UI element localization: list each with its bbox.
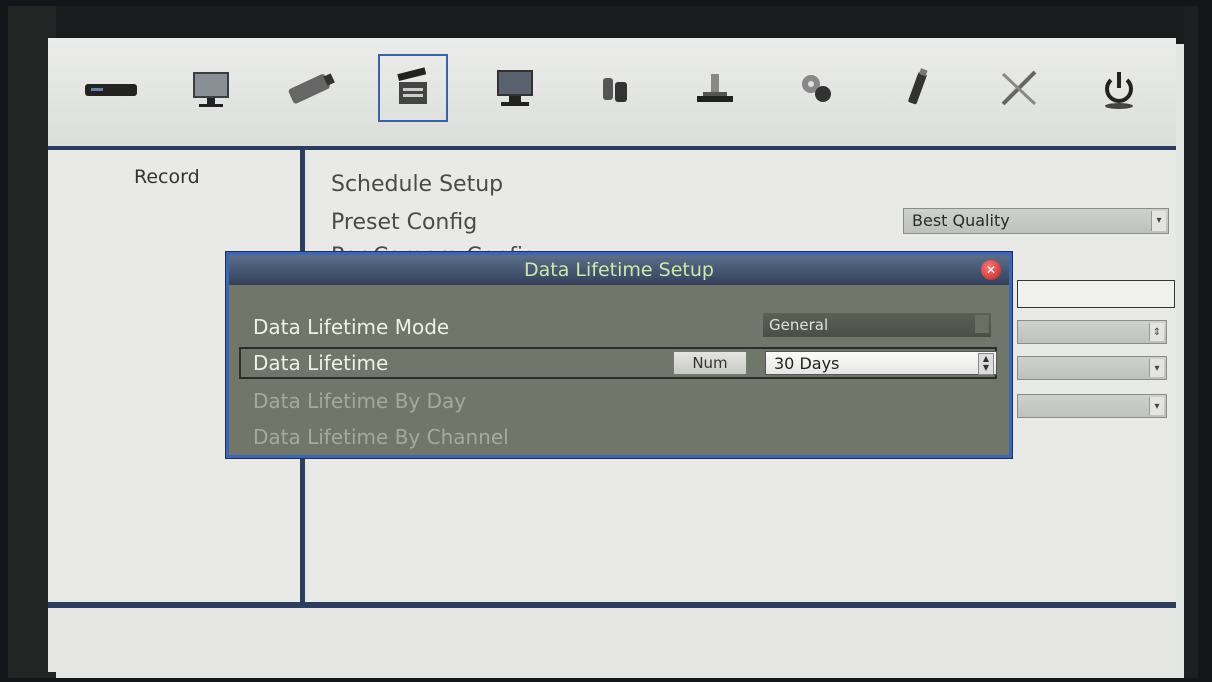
toolbar-record-button[interactable] xyxy=(378,54,448,122)
dvr-icon xyxy=(85,84,137,96)
lifetime-days-input[interactable]: 30 Days ▲ ▼ xyxy=(765,351,997,375)
power-icon xyxy=(1105,72,1133,109)
status-bar xyxy=(48,608,1176,672)
lifetime-days-value: 30 Days xyxy=(774,354,840,373)
chevron-down-icon xyxy=(975,315,989,333)
toolbar-tools-button[interactable] xyxy=(984,56,1054,120)
toolbar-settings-button[interactable] xyxy=(782,56,852,120)
num-button[interactable]: Num xyxy=(673,351,747,375)
network-icon xyxy=(603,78,627,102)
menu-preset-config[interactable]: Preset Config xyxy=(331,210,477,235)
mode-value: General xyxy=(769,316,829,334)
spinner-icon: ⇕ xyxy=(1149,323,1164,341)
camera-icon xyxy=(288,73,335,104)
toolbar-dvr-button[interactable] xyxy=(76,56,146,120)
spinner-icon[interactable]: ▲ ▼ xyxy=(978,353,994,375)
tools-icon xyxy=(1001,70,1037,106)
lifetime-label: Data Lifetime xyxy=(253,351,389,375)
toolbar-storage-button[interactable] xyxy=(680,56,750,120)
storage-icon xyxy=(697,74,733,102)
background-field xyxy=(1017,280,1175,308)
chevron-down-icon: ▾ xyxy=(1149,359,1164,377)
data-lifetime-dialog: Data Lifetime Setup ✕ Data Lifetime Mode… xyxy=(226,252,1012,458)
background-select-2[interactable]: ▾ xyxy=(1017,394,1167,418)
lifetime-by-day-label[interactable]: Data Lifetime By Day xyxy=(253,389,466,413)
mode-select[interactable]: General xyxy=(763,313,991,337)
preset-quality-select[interactable]: Best Quality ▾ xyxy=(903,208,1169,234)
toolbar-network-button[interactable] xyxy=(580,56,650,120)
main-toolbar xyxy=(48,38,1176,150)
toolbar-display-button[interactable] xyxy=(480,56,550,120)
preset-quality-value: Best Quality xyxy=(912,211,1010,230)
close-icon[interactable]: ✕ xyxy=(981,260,1001,280)
background-stepper[interactable]: ⇕ xyxy=(1017,320,1167,344)
display-icon xyxy=(497,70,533,106)
toolbar-power-button[interactable] xyxy=(1084,56,1154,120)
monitor-icon xyxy=(193,72,229,107)
monitor-bezel-right xyxy=(1184,6,1198,678)
usb-icon xyxy=(908,68,928,105)
gears-icon xyxy=(802,75,831,102)
lifetime-by-channel-label[interactable]: Data Lifetime By Channel xyxy=(253,425,509,449)
clapperboard-icon xyxy=(397,67,427,104)
section-title: Record xyxy=(134,166,200,188)
dialog-title: Data Lifetime Setup xyxy=(229,255,1009,285)
mode-label: Data Lifetime Mode xyxy=(253,315,450,339)
toolbar-usb-button[interactable] xyxy=(882,56,952,120)
chevron-down-icon: ▾ xyxy=(1149,397,1164,415)
chevron-down-icon: ▾ xyxy=(1151,211,1166,231)
background-select-1[interactable]: ▾ xyxy=(1017,356,1167,380)
toolbar-camera-button[interactable] xyxy=(276,56,346,120)
toolbar-monitor-button[interactable] xyxy=(176,56,246,120)
menu-schedule-setup[interactable]: Schedule Setup xyxy=(331,172,503,197)
